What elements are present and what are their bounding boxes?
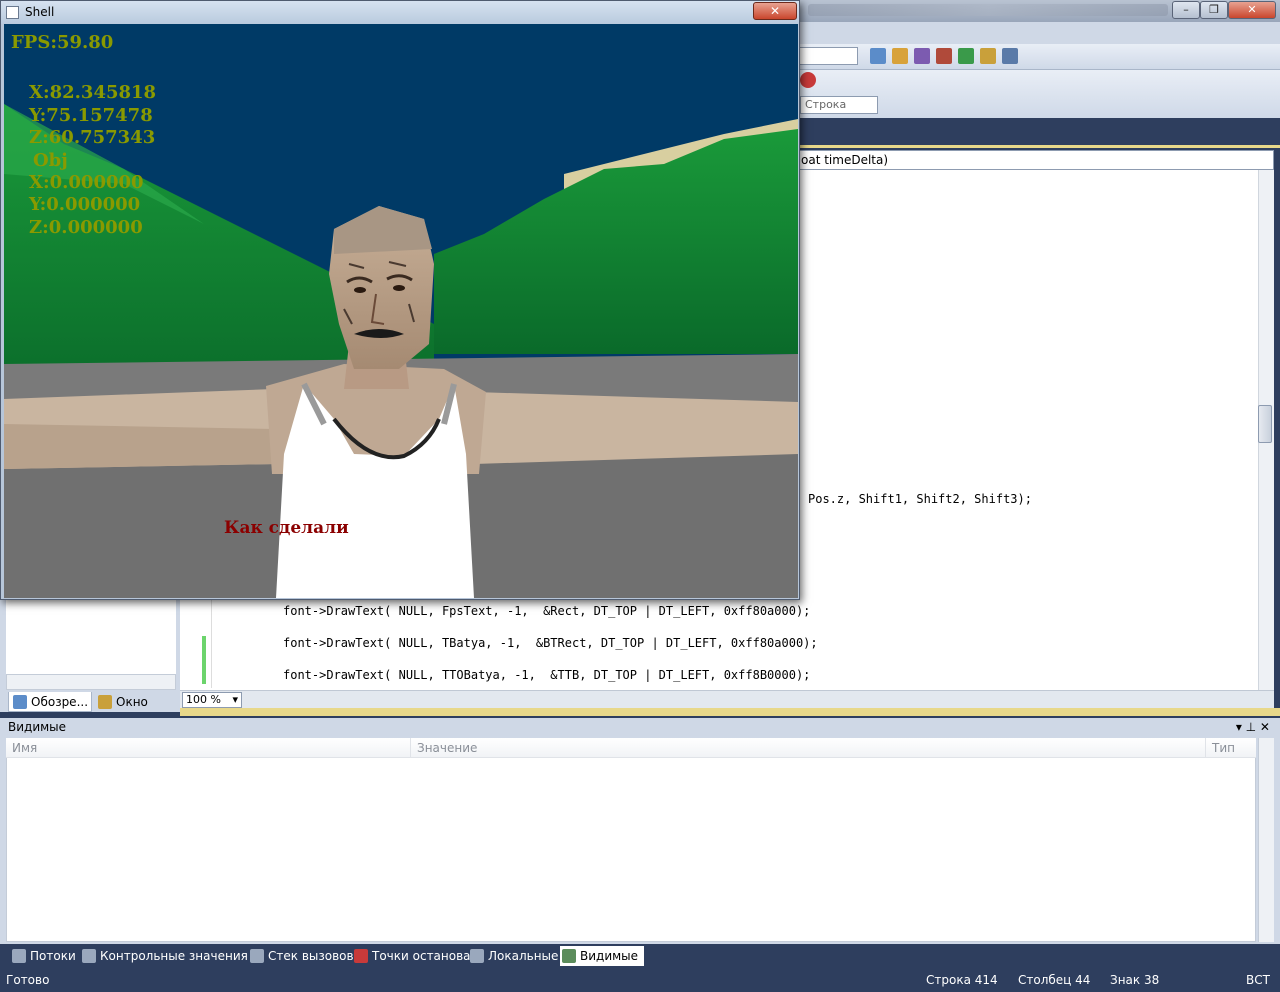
tab-label: Потоки — [30, 949, 76, 963]
toolbox-icon[interactable] — [980, 48, 996, 64]
solution-config-combo[interactable] — [798, 47, 858, 65]
change-tracking-bar — [202, 636, 206, 684]
tab-autos[interactable]: Видимые — [560, 946, 645, 966]
editor-margin — [180, 600, 212, 688]
shell-window: Shell ✕ FPS:59.80 X:82.345818 Y:75.15747… — [0, 0, 800, 600]
member-nav-text: oat timeDelta) — [801, 153, 889, 167]
line-combo[interactable]: Строка — [800, 96, 878, 114]
left-arm-shade — [4, 424, 276, 469]
restore-button[interactable]: ❐ — [1200, 1, 1228, 19]
vs-standard-toolbar — [798, 44, 1280, 70]
column-header-type[interactable]: Тип — [1206, 738, 1256, 758]
minimize-button[interactable]: – — [1172, 1, 1200, 19]
window-icon[interactable] — [1002, 48, 1018, 64]
status-line: Строка 414 — [926, 973, 998, 987]
tab-call-stack[interactable]: Стек вызовов — [248, 946, 360, 966]
tab-solution-explorer[interactable]: Обозре... — [8, 692, 92, 712]
breakpoint-icon[interactable] — [800, 72, 816, 88]
tab-watch-1[interactable]: Контрольные значения 1 — [80, 946, 265, 966]
left-eye — [354, 287, 366, 293]
chevron-down-icon: ▾ — [232, 693, 238, 706]
status-char: Знак 38 — [1110, 973, 1160, 987]
zoom-combo[interactable]: 100 % ▾ — [182, 692, 242, 708]
editor-horizontal-scrollbar[interactable] — [180, 690, 1274, 708]
start-page-icon[interactable] — [958, 48, 974, 64]
window-icon — [6, 6, 19, 19]
panel-controls-icon[interactable]: ▾ ⊥ ✕ — [1236, 718, 1270, 736]
watch-vertical-scrollbar[interactable] — [1258, 738, 1274, 942]
solution-tree[interactable] — [6, 600, 176, 674]
watch-icon — [82, 949, 96, 963]
solution-horizontal-scrollbar[interactable] — [6, 674, 176, 690]
hud-obj-x: X:0.000000 — [29, 172, 144, 193]
column-header-name[interactable]: Имя — [6, 738, 411, 758]
tab-class-view[interactable]: Окно кл... — [94, 692, 178, 729]
status-column: Столбец 44 — [1018, 973, 1091, 987]
hud-obj-y: Y:0.000000 — [29, 194, 141, 215]
tab-label: Видимые — [580, 949, 639, 963]
column-header-value[interactable]: Значение — [411, 738, 1206, 758]
class-view-icon — [98, 695, 112, 709]
watch-grid[interactable] — [6, 738, 1256, 942]
call-stack-icon — [250, 949, 264, 963]
threads-icon — [12, 949, 26, 963]
watch-panel-header: Видимые ▾ ⊥ ✕ — [0, 718, 1280, 736]
line-combo-label: Строка — [805, 98, 847, 111]
3d-viewport[interactable]: FPS:59.80 X:82.345818 Y:75.157478 Z:60.7… — [4, 24, 798, 598]
tools-icon[interactable] — [936, 48, 952, 64]
code-line: font->DrawText( NULL, TTOBatya, -1, &TTB… — [283, 668, 811, 682]
vs-menu-bar — [798, 22, 1280, 44]
properties-icon[interactable] — [892, 48, 908, 64]
find-icon[interactable] — [870, 48, 886, 64]
tab-label: Стек вызовов — [268, 949, 354, 963]
zoom-value: 100 % — [186, 693, 221, 706]
breakpoints-icon — [354, 949, 368, 963]
editor-scroll-thumb[interactable] — [1258, 405, 1272, 443]
status-ready: Готово — [6, 973, 50, 987]
editor-bottom-border — [180, 708, 1280, 716]
watch-column-headers: Имя Значение Тип — [6, 738, 1256, 758]
autos-icon — [562, 949, 576, 963]
hud-camera-z: Z:60.757343 — [29, 127, 156, 148]
shell-title-bar[interactable]: Shell ✕ — [1, 1, 799, 24]
status-bar: Готово Строка 414 Столбец 44 Знак 38 ВСТ — [0, 968, 1280, 992]
tab-threads[interactable]: Потоки — [10, 946, 82, 966]
vs-title-bar: – ❐ ✕ — [798, 0, 1280, 22]
status-insert-mode: ВСТ — [1246, 973, 1270, 987]
right-arm — [474, 392, 798, 464]
tab-label: Локальные — [488, 949, 559, 963]
hud-camera-y: Y:75.157478 — [29, 105, 153, 126]
tab-breakpoints[interactable]: Точки останова — [352, 946, 477, 966]
watch-panel-title: Видимые — [8, 720, 67, 734]
tab-locals[interactable]: Локальные — [468, 946, 564, 966]
tab-label: Точки останова — [372, 949, 471, 963]
tab-label: Обозре... — [31, 695, 89, 709]
hud-caption: Как сделали — [224, 518, 349, 538]
hud-camera-x: X:82.345818 — [29, 82, 157, 103]
vs-close-button[interactable]: ✕ — [1228, 1, 1276, 19]
vs-title-text-blurred — [808, 4, 1168, 16]
shell-title: Shell — [25, 5, 55, 19]
document-tab-strip — [798, 118, 1280, 148]
hud-obj-label: Obj — [33, 150, 68, 171]
hud-obj-z: Z:0.000000 — [29, 217, 143, 238]
hud-fps: FPS:59.80 — [11, 32, 114, 53]
right-eye — [393, 285, 405, 291]
shell-close-button[interactable]: ✕ — [753, 2, 797, 20]
member-navigation-bar[interactable]: oat timeDelta) — [798, 150, 1274, 170]
solution-explorer-icon — [13, 695, 27, 709]
locals-icon — [470, 949, 484, 963]
tab-label: Контрольные значения 1 — [100, 949, 260, 963]
vs-debug-toolbar: Строка — [798, 70, 1280, 118]
code-line: font->DrawText( NULL, TBatya, -1, &BTRec… — [283, 636, 818, 650]
code-line: font->DrawText( NULL, FpsText, -1, &Rect… — [283, 604, 811, 618]
code-line: Pos.z, Shift1, Shift2, Shift3); — [808, 492, 1032, 506]
object-browser-icon[interactable] — [914, 48, 930, 64]
debug-tabs-bar: Потоки Контрольные значения 1 Стек вызов… — [0, 944, 1280, 968]
